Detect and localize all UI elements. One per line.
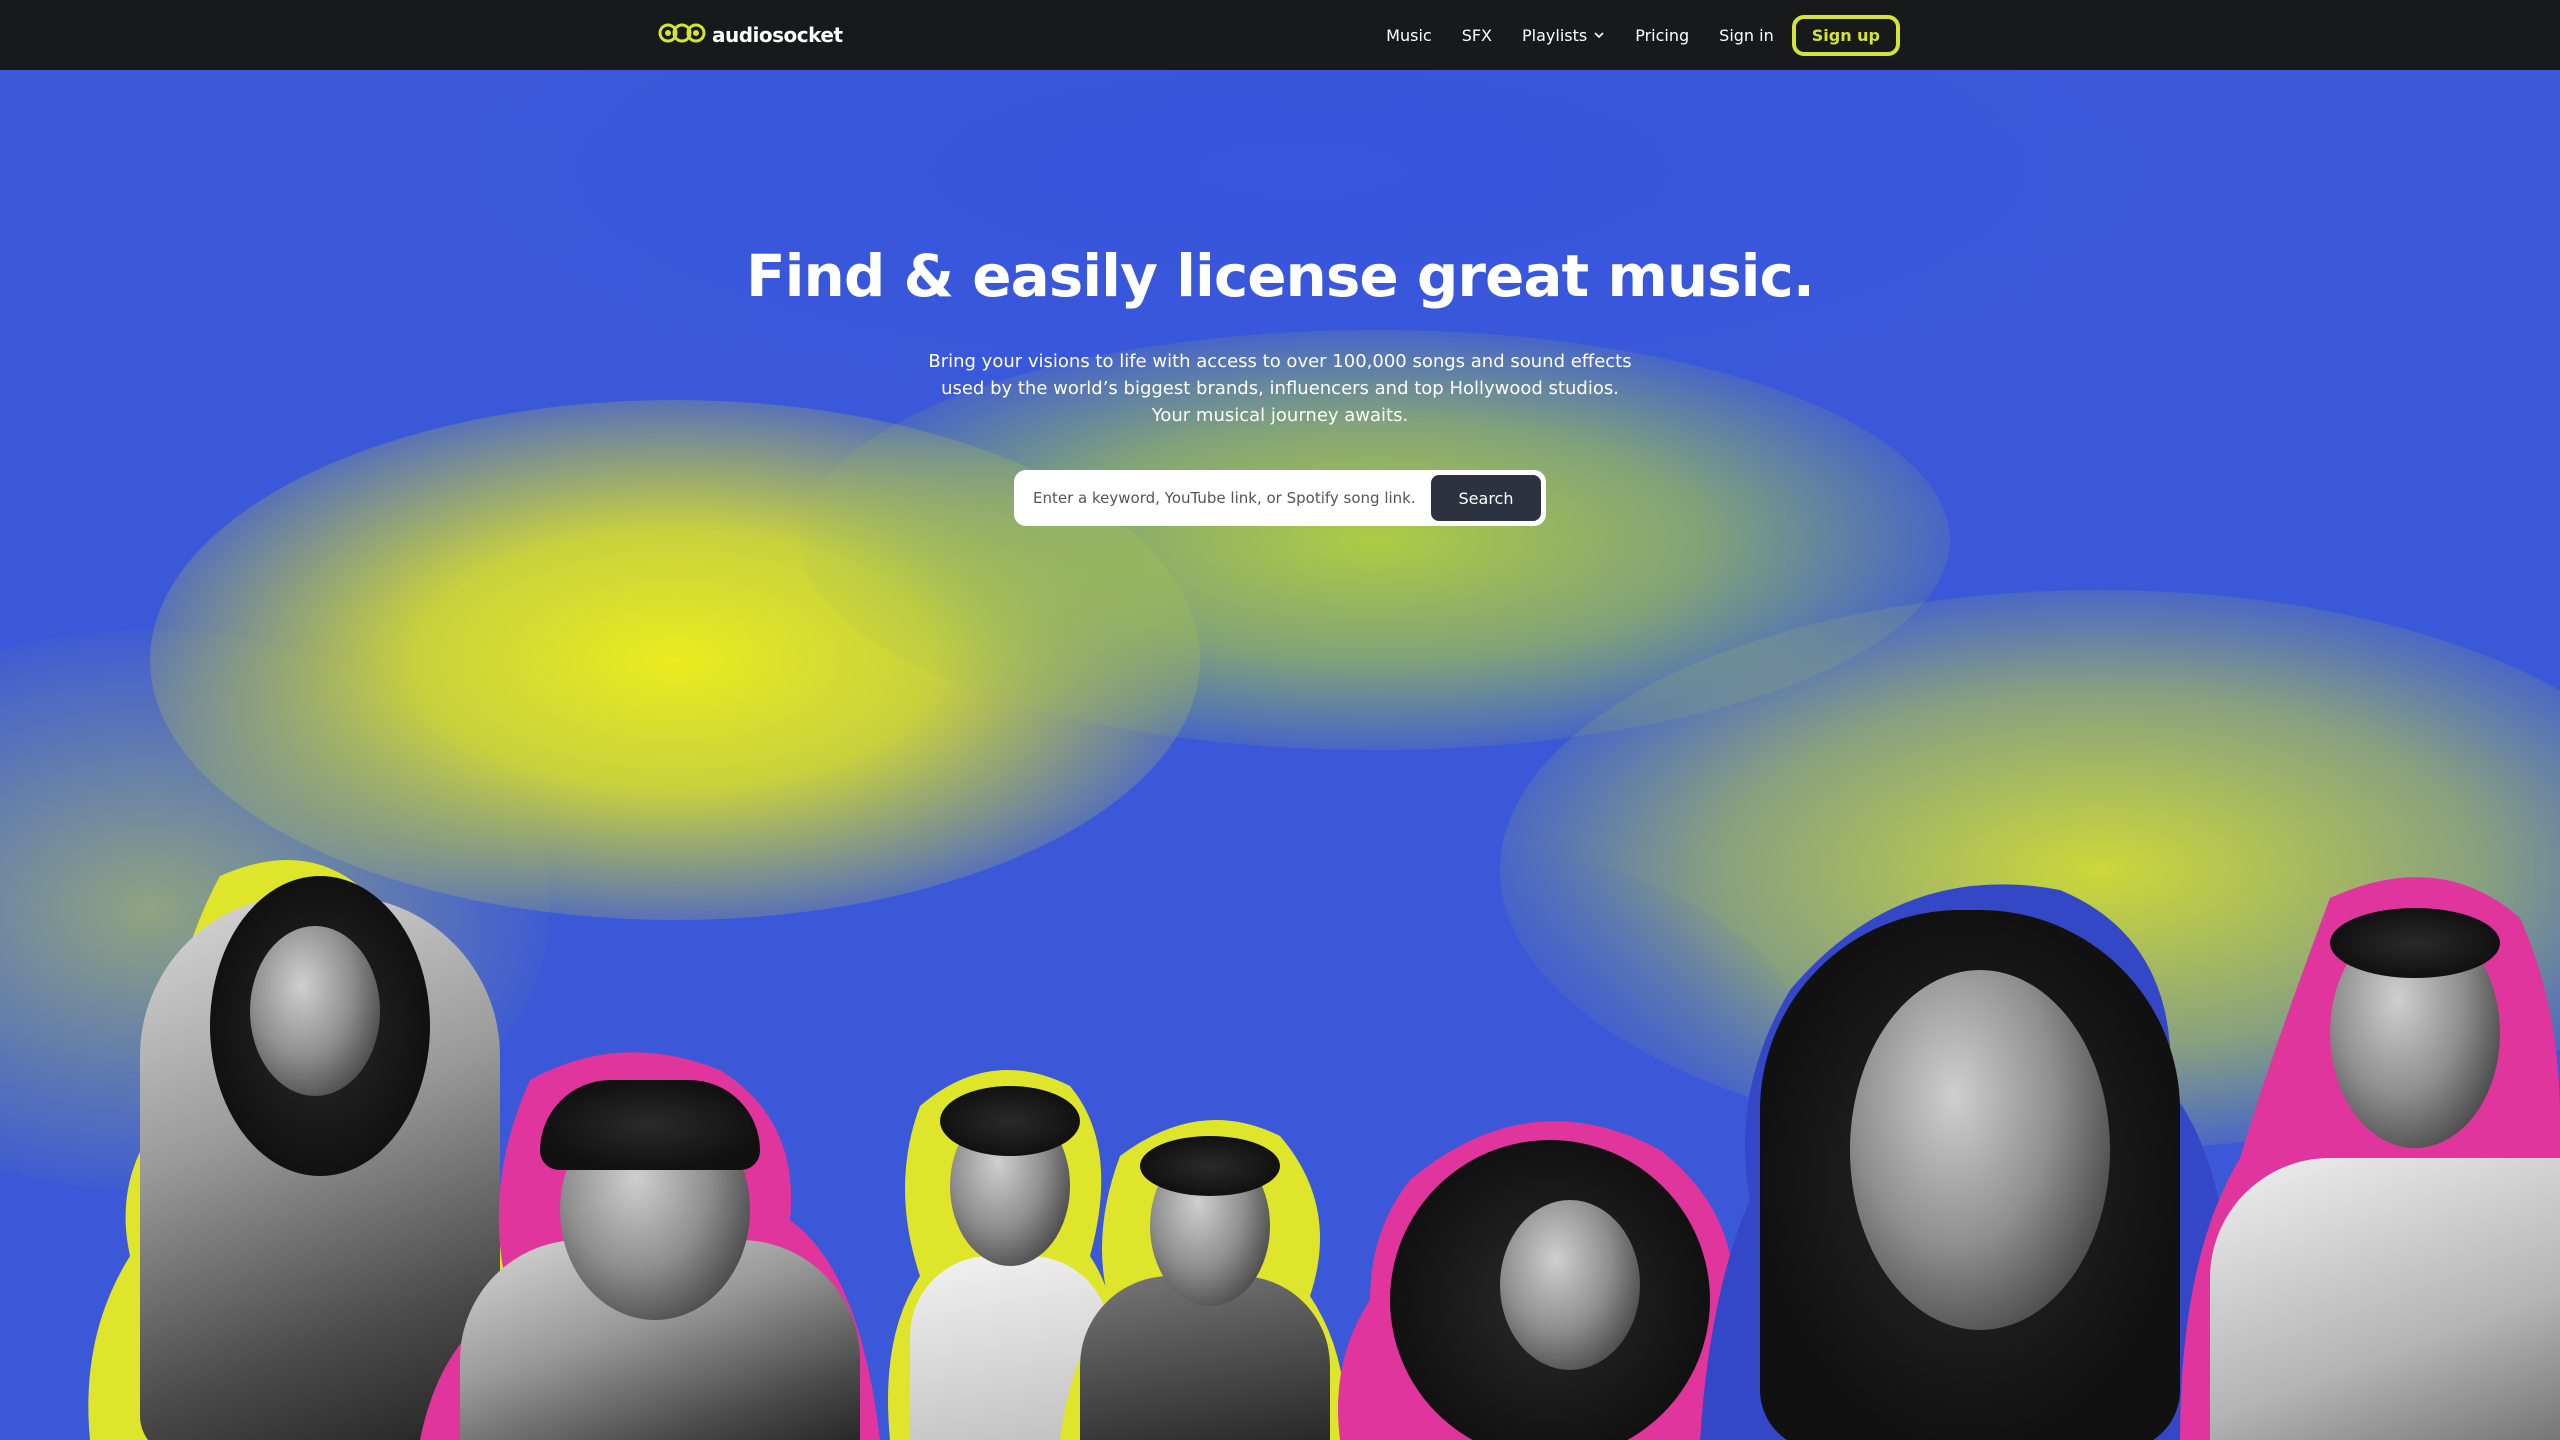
hero-subtitle: Bring your visions to life with access t…: [928, 351, 1632, 426]
search-bar: Search: [1014, 470, 1546, 526]
nav-pricing[interactable]: Pricing: [1635, 26, 1689, 45]
sign-up-button[interactable]: Sign up: [1791, 14, 1900, 56]
chevron-down-icon: [1593, 29, 1605, 41]
search-button[interactable]: Search: [1431, 475, 1541, 521]
search-input[interactable]: [1019, 475, 1431, 521]
nav-sign-in[interactable]: Sign in: [1719, 26, 1774, 45]
logo-text: audiosocket: [712, 23, 843, 47]
artist-photo-7: [2180, 858, 2560, 1440]
nav-links: Music SFX Playlists Pricing Sign in Sign…: [1386, 0, 1900, 70]
hero-title: Find & easily license great music.: [746, 242, 1815, 310]
top-navbar: audiosocket Music SFX Playlists Pricing …: [0, 0, 2560, 70]
artist-photo-6: [1700, 870, 2260, 1440]
nav-sfx[interactable]: SFX: [1462, 26, 1492, 45]
nav-playlists[interactable]: Playlists: [1522, 26, 1605, 45]
audiosocket-logo-icon: [658, 18, 706, 52]
nav-playlists-label: Playlists: [1522, 25, 1588, 45]
logo[interactable]: audiosocket: [658, 18, 843, 52]
artist-photo-2: [420, 1040, 890, 1440]
artist-photo-4: [1060, 1096, 1350, 1440]
nav-music[interactable]: Music: [1386, 26, 1432, 45]
